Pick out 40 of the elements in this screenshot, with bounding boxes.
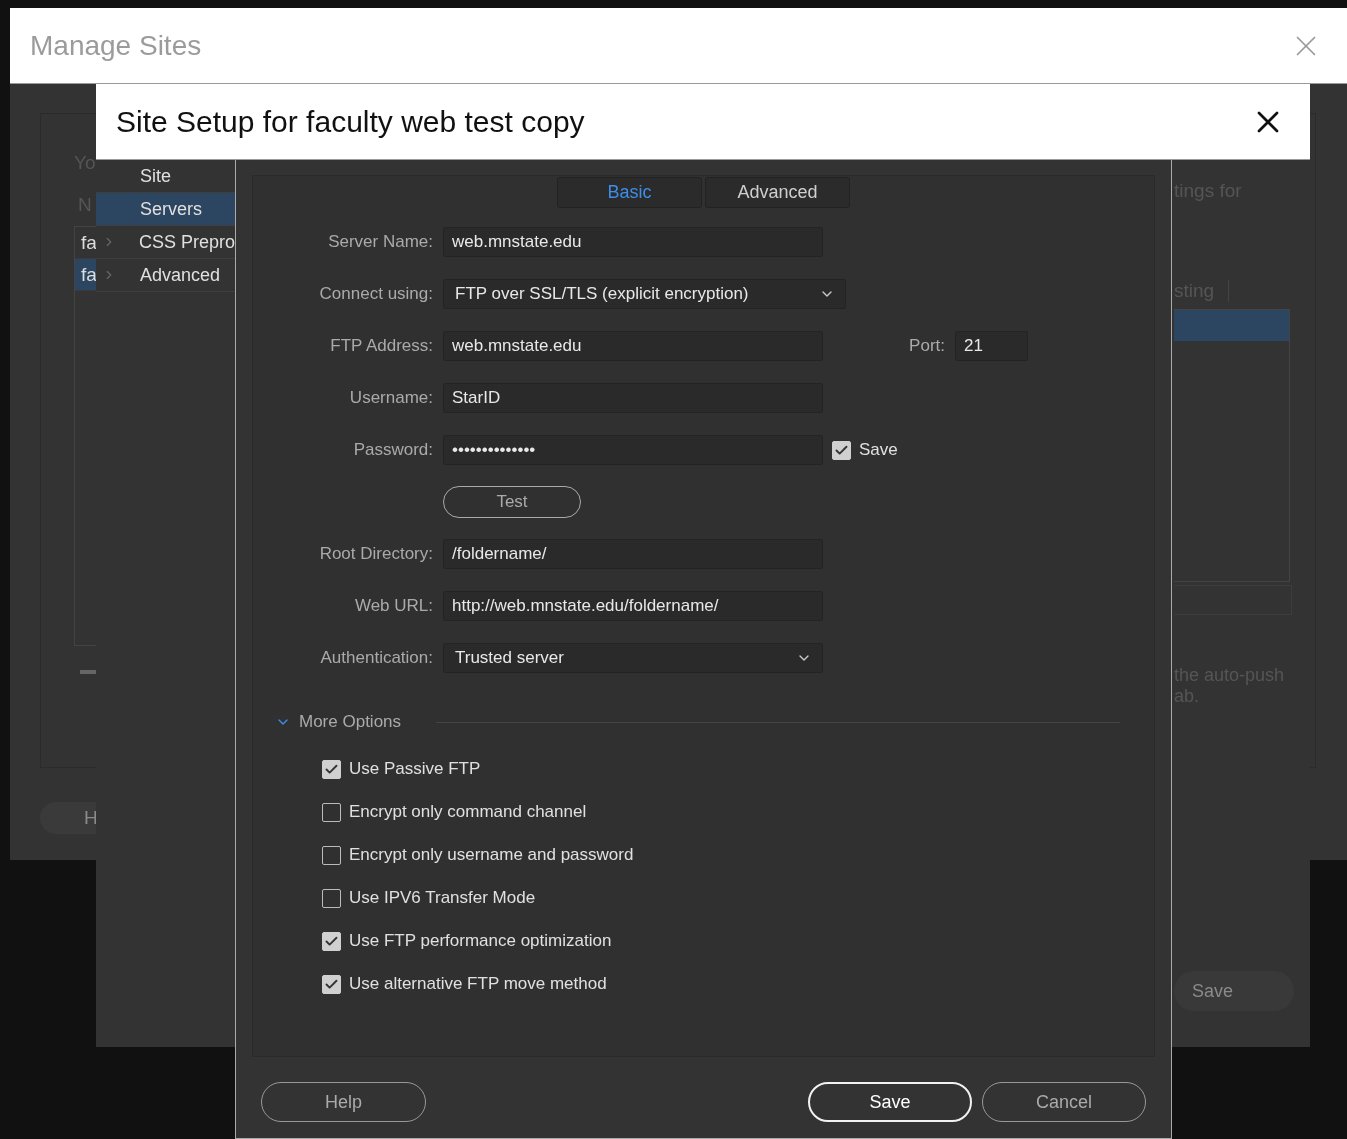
more-options-toggle[interactable]: More Options [275, 712, 402, 732]
field-label: Port: [908, 336, 946, 356]
checkbox-label: Use FTP performance optimization [349, 931, 612, 951]
dialog-title: Site Setup for faculty web test copy [116, 104, 585, 139]
field-label: FTP Address: [329, 336, 434, 356]
input-field[interactable]: StarID [443, 383, 823, 413]
checkbox-label: Use Passive FTP [349, 759, 481, 779]
checkbox[interactable] [322, 802, 341, 822]
field-label: Authentication: [319, 648, 434, 668]
sidebar-item[interactable]: Servers [96, 193, 235, 226]
field-label: Connect using: [318, 284, 434, 304]
tab[interactable]: Basic [557, 177, 702, 208]
field-label: Server Name: [327, 232, 434, 252]
input-field[interactable]: http://web.mnstate.edu/foldername/ [443, 591, 823, 621]
checkbox[interactable] [322, 974, 341, 994]
tab[interactable]: Advanced [705, 177, 850, 208]
checkbox-label: Save [859, 440, 898, 460]
window-title: Manage Sites [30, 29, 202, 62]
password-field[interactable]: •••••••••••••• [443, 435, 823, 465]
dropdown[interactable]: Trusted server [443, 643, 823, 673]
checkbox[interactable] [322, 888, 341, 908]
save-button[interactable]: Save [808, 1082, 972, 1122]
field-label: Web URL: [353, 596, 434, 616]
field-label: Root Directory: [318, 544, 434, 564]
checkbox-label: Encrypt only command channel [349, 802, 587, 822]
checkbox-label: Use IPV6 Transfer Mode [349, 888, 536, 908]
field-label: Username: [348, 388, 434, 408]
checkbox[interactable] [322, 759, 341, 779]
checkbox-label: Encrypt only username and password [349, 845, 634, 865]
checkbox-label: Use alternative FTP move method [349, 974, 607, 994]
input-field[interactable]: /foldername/ [443, 539, 823, 569]
site-list-item[interactable]: fa [75, 259, 98, 291]
dropdown[interactable]: FTP over SSL/TLS (explicit encryption) [443, 279, 846, 309]
checkbox[interactable] [322, 845, 341, 865]
checkbox[interactable] [832, 440, 851, 460]
input-field[interactable]: web.mnstate.edu [443, 331, 823, 361]
input-field[interactable]: web.mnstate.edu [443, 227, 823, 257]
field-label: Password: [352, 440, 434, 460]
input-field[interactable]: 21 [955, 331, 1028, 361]
checkbox[interactable] [322, 931, 341, 951]
